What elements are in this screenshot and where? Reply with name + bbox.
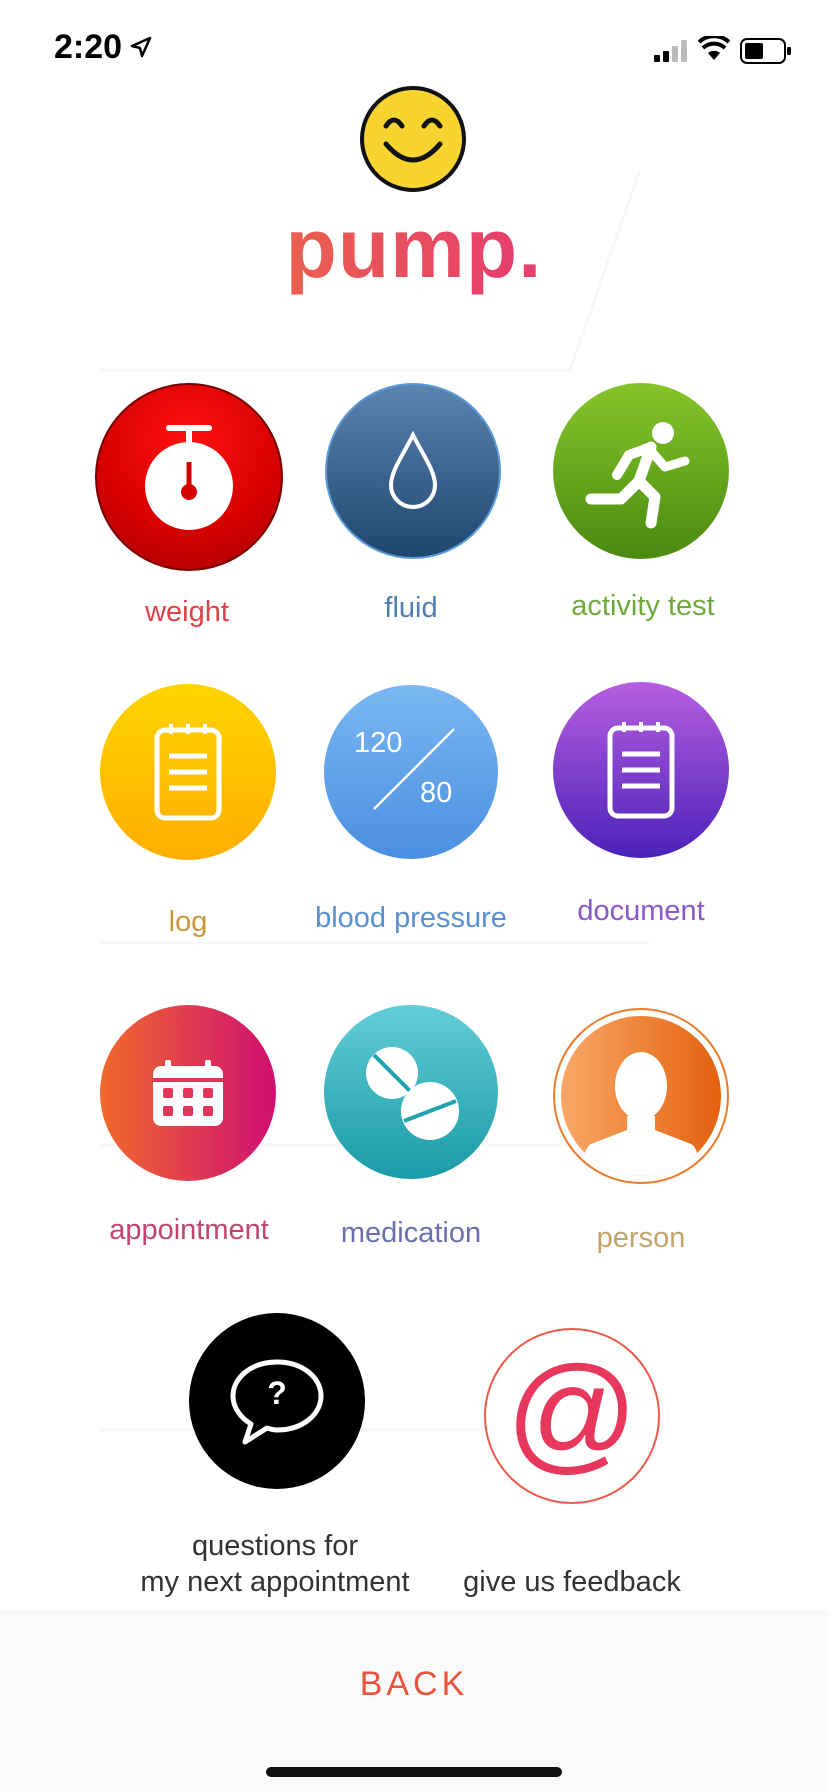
questions-button[interactable]: ? xyxy=(189,1313,365,1489)
document-button[interactable] xyxy=(553,682,729,858)
document-label: document xyxy=(577,895,705,927)
person-avatar xyxy=(561,1016,721,1176)
activity-test-button[interactable] xyxy=(553,383,729,559)
weight-label: weight xyxy=(145,596,229,628)
question-mark: ? xyxy=(267,1375,287,1411)
back-button[interactable]: BACK xyxy=(0,1665,828,1704)
feedback-button[interactable]: @ xyxy=(484,1328,660,1504)
questions-label-line2: my next appointment xyxy=(140,1566,410,1598)
diastolic-value: 80 xyxy=(420,777,453,809)
person-button[interactable] xyxy=(553,1008,729,1184)
brand-logo: pump. xyxy=(0,200,828,297)
log-label: log xyxy=(168,906,208,938)
appointment-button[interactable] xyxy=(100,1005,276,1181)
systolic-value: 120 xyxy=(354,727,403,759)
home-indicator[interactable] xyxy=(266,1767,562,1777)
pills-icon xyxy=(366,1047,459,1140)
clipboard-icon xyxy=(154,724,222,821)
battery-icon xyxy=(740,38,791,64)
blood-pressure-icon xyxy=(373,728,455,810)
weight-button[interactable] xyxy=(95,383,283,571)
location-arrow-icon xyxy=(130,36,152,58)
medication-button[interactable] xyxy=(324,1005,498,1179)
blood-pressure-label: blood pressure xyxy=(315,902,507,934)
stopwatch-icon xyxy=(145,425,233,530)
activity-test-label: activity test xyxy=(571,590,715,622)
water-drop-icon xyxy=(388,431,438,509)
clipboard-icon xyxy=(607,722,675,819)
blood-pressure-button[interactable]: 120 80 xyxy=(324,685,498,859)
signal-icon xyxy=(654,40,687,62)
calendar-icon xyxy=(153,1060,223,1126)
feedback-label: give us feedback xyxy=(463,1566,681,1598)
appointment-label: appointment xyxy=(109,1214,269,1246)
person-label: person xyxy=(596,1222,686,1254)
medication-label: medication xyxy=(340,1217,482,1249)
at-sign-icon: @ xyxy=(506,1339,638,1485)
questions-label-line1: questions for xyxy=(191,1530,359,1562)
status-time: 2:20 xyxy=(54,28,123,66)
person-silhouette-icon xyxy=(581,1052,701,1176)
running-person-icon xyxy=(585,422,690,529)
wifi-icon xyxy=(698,36,730,60)
log-button[interactable] xyxy=(100,684,276,860)
fluid-button[interactable] xyxy=(325,383,501,559)
fluid-label: fluid xyxy=(384,592,438,624)
smiley-icon xyxy=(360,86,466,192)
